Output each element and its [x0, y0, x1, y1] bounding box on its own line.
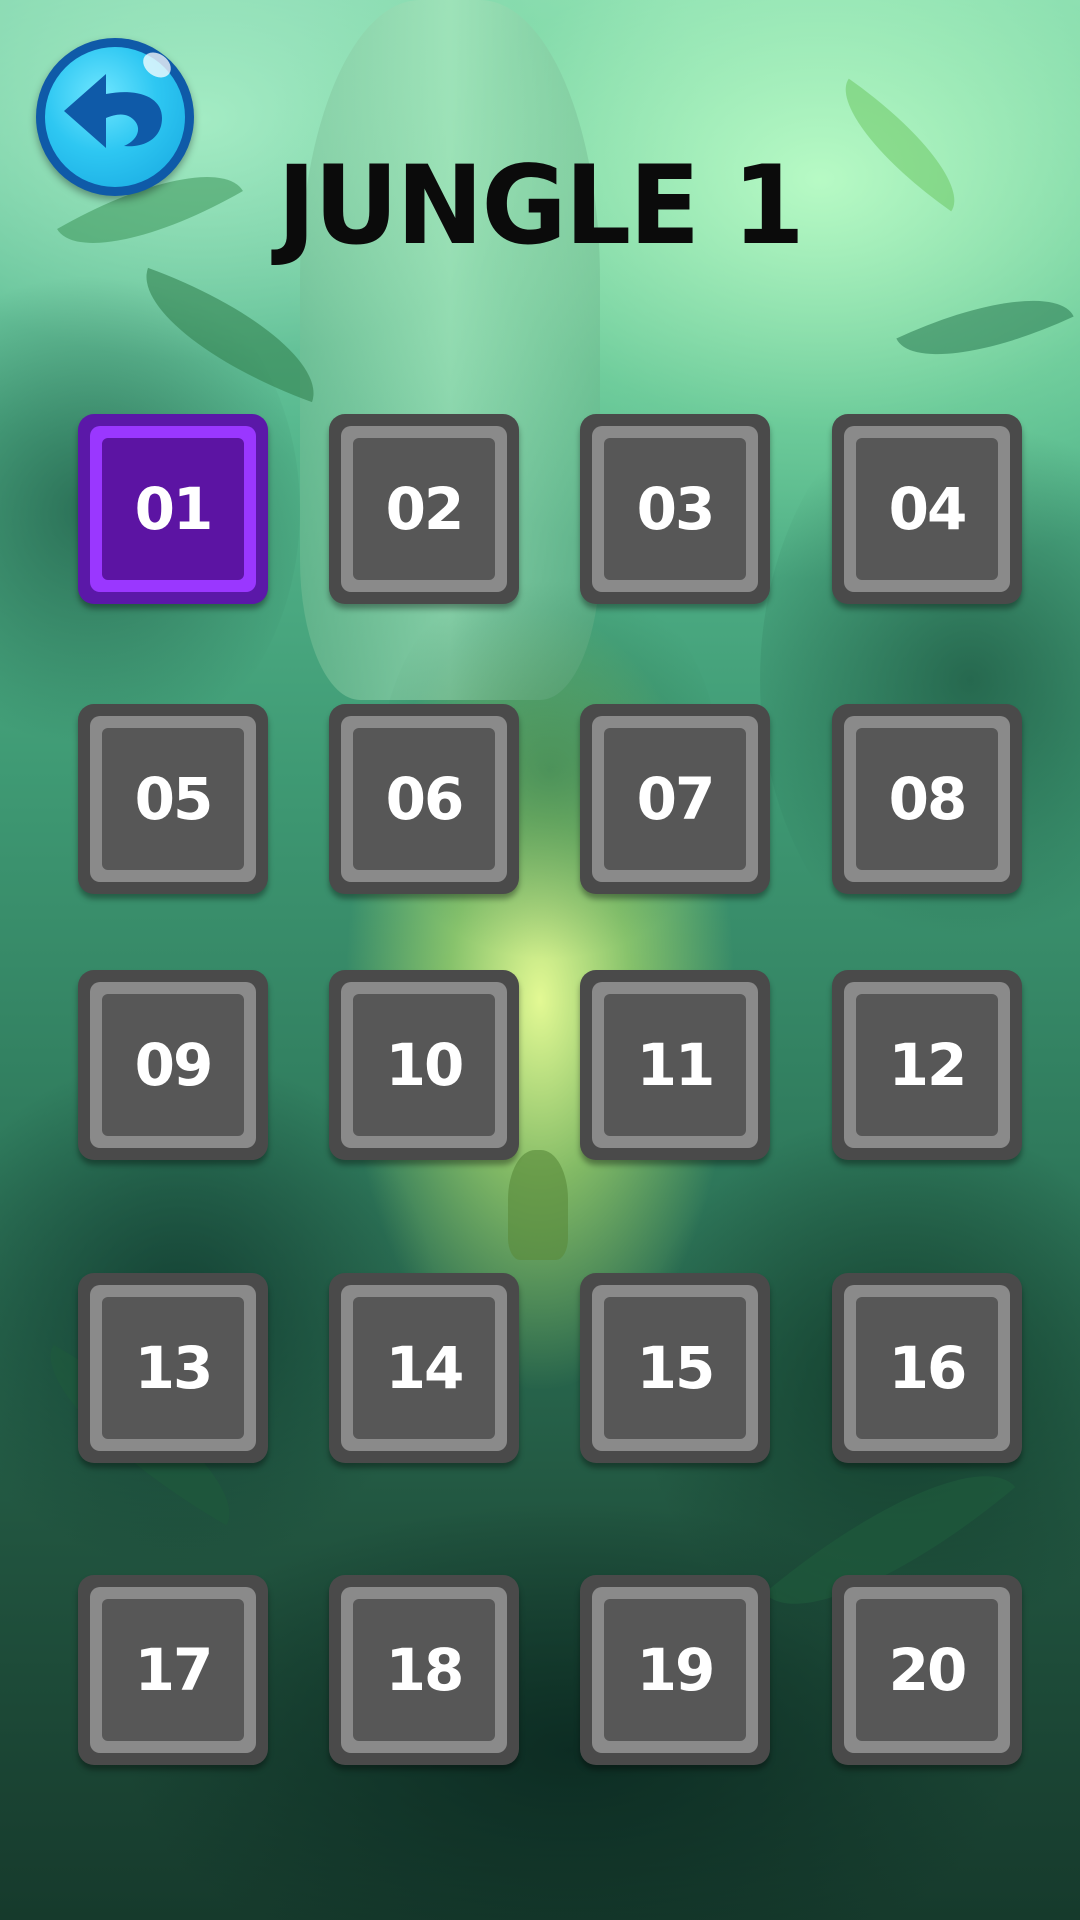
level-tile-19[interactable]: 19	[580, 1575, 770, 1765]
level-number: 08	[888, 765, 968, 833]
level-number: 18	[385, 1636, 465, 1704]
level-tile-15[interactable]: 15	[580, 1273, 770, 1463]
level-tile-17[interactable]: 17	[78, 1575, 268, 1765]
level-tile-04[interactable]: 04	[832, 414, 1022, 604]
level-tile-10[interactable]: 10	[329, 970, 519, 1160]
level-number: 20	[888, 1636, 968, 1704]
level-number: 02	[385, 475, 465, 543]
level-tile-07[interactable]: 07	[580, 704, 770, 894]
level-number: 16	[888, 1334, 968, 1402]
level-number: 07	[636, 765, 716, 833]
level-grid: 01 02 03 04 05 06 07 08 09 10 11 12 13 1…	[0, 0, 1080, 1920]
level-tile-06[interactable]: 06	[329, 704, 519, 894]
level-tile-05[interactable]: 05	[78, 704, 268, 894]
level-tile-02[interactable]: 02	[329, 414, 519, 604]
level-number: 01	[134, 475, 214, 543]
level-number: 10	[385, 1031, 465, 1099]
level-number: 09	[134, 1031, 214, 1099]
level-number: 13	[134, 1334, 214, 1402]
level-tile-13[interactable]: 13	[78, 1273, 268, 1463]
level-number: 19	[636, 1636, 716, 1704]
level-number: 05	[134, 765, 214, 833]
level-tile-08[interactable]: 08	[832, 704, 1022, 894]
level-tile-12[interactable]: 12	[832, 970, 1022, 1160]
level-number: 04	[888, 475, 968, 543]
level-number: 03	[636, 475, 716, 543]
level-number: 14	[385, 1334, 465, 1402]
level-number: 15	[636, 1334, 716, 1402]
level-tile-14[interactable]: 14	[329, 1273, 519, 1463]
level-tile-09[interactable]: 09	[78, 970, 268, 1160]
level-tile-01[interactable]: 01	[78, 414, 268, 604]
level-number: 12	[888, 1031, 968, 1099]
level-tile-18[interactable]: 18	[329, 1575, 519, 1765]
level-tile-16[interactable]: 16	[832, 1273, 1022, 1463]
level-number: 06	[385, 765, 465, 833]
level-number: 17	[134, 1636, 214, 1704]
level-tile-11[interactable]: 11	[580, 970, 770, 1160]
level-tile-20[interactable]: 20	[832, 1575, 1022, 1765]
level-tile-03[interactable]: 03	[580, 414, 770, 604]
level-number: 11	[636, 1031, 716, 1099]
